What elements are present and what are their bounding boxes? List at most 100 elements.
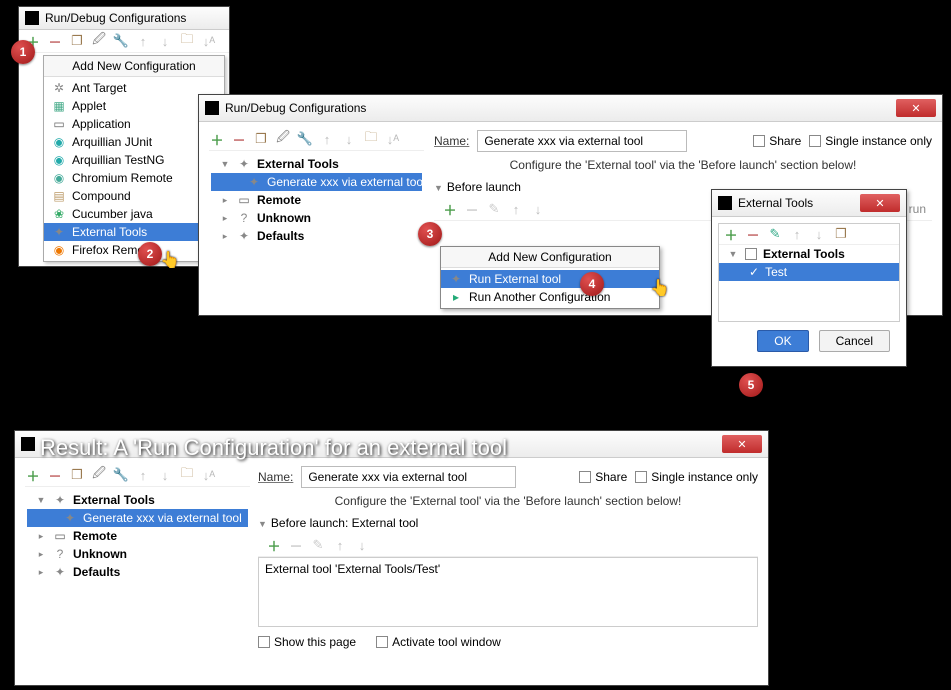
up-icon[interactable]: ↑	[135, 467, 151, 483]
copy-icon[interactable]: ❐	[69, 33, 85, 49]
single-instance-checkbox[interactable]: Single instance only	[809, 134, 932, 148]
bl-add-icon[interactable]: ＋	[442, 201, 458, 217]
ext-copy-icon[interactable]: ❐	[833, 226, 849, 242]
config-type-item[interactable]: ◉Firefox Remote	[44, 241, 224, 259]
ext-tree-root[interactable]: ▼ External Tools	[719, 245, 899, 263]
ext-add-icon[interactable]: ＋	[723, 226, 739, 242]
show-page-checkbox[interactable]: Show this page	[258, 635, 356, 649]
tree-item[interactable]: ▼✦External Tools	[27, 491, 248, 509]
intellij-icon	[718, 196, 732, 210]
cursor-icon: 👆	[650, 278, 670, 298]
close-button[interactable]	[722, 435, 762, 453]
type-label: Cucumber java	[72, 207, 153, 221]
tree-item[interactable]: ▼✦External Tools	[211, 155, 422, 173]
share-checkbox[interactable]: Share	[579, 470, 627, 484]
expand-icon[interactable]: ▼	[727, 249, 739, 259]
wrench-icon[interactable]: 🔧	[113, 467, 129, 483]
before-launch-section-result[interactable]: ▼Before launch: External tool	[258, 512, 758, 534]
close-button[interactable]	[860, 194, 900, 212]
ext-tree-child[interactable]: ✓ Test	[719, 263, 899, 281]
toggle-icon[interactable]: ▸	[35, 531, 47, 542]
configure-hint: Configure the 'External tool' via the 'B…	[434, 154, 932, 176]
config-type-item[interactable]: ▭Application	[44, 115, 224, 133]
up-icon[interactable]: ↑	[135, 33, 151, 49]
toggle-icon[interactable]: ▼	[35, 495, 47, 505]
tree-icon: ?	[237, 211, 251, 225]
wrench-icon[interactable]: 🔧	[297, 131, 313, 147]
before-launch-tasks[interactable]: External tool 'External Tools/Test'	[258, 557, 758, 627]
toggle-icon[interactable]: ▸	[219, 213, 231, 224]
down-icon[interactable]: ↓	[157, 33, 173, 49]
tree-item-child[interactable]: ✦Generate xxx via external tool	[27, 509, 248, 527]
add-icon[interactable]: ＋	[209, 131, 225, 147]
sort-icon[interactable]: ↓ᴬ	[201, 33, 217, 49]
name-input[interactable]	[477, 130, 687, 152]
copy-icon[interactable]: ❐	[253, 131, 269, 147]
close-button[interactable]	[896, 99, 936, 117]
folder-icon[interactable]: 🗀	[179, 467, 195, 483]
config-type-item[interactable]: ◉Arquillian JUnit	[44, 133, 224, 151]
tree-item[interactable]: ▸?Unknown	[27, 545, 248, 563]
tree-item[interactable]: ▸?Unknown	[211, 209, 422, 227]
toggle-icon[interactable]: ▸	[219, 195, 231, 206]
toggle-icon[interactable]: ▸	[35, 549, 47, 560]
save-icon[interactable]: 🖉	[91, 33, 107, 49]
copy-icon[interactable]: ❐	[69, 467, 85, 483]
ext-down-icon[interactable]: ↓	[811, 226, 827, 242]
config-type-item[interactable]: ✦External Tools	[44, 223, 224, 241]
bl-add-icon[interactable]: ＋	[266, 537, 282, 553]
tree-item[interactable]: ▸✦Defaults	[27, 563, 248, 581]
folder-icon[interactable]: 🗀	[179, 33, 195, 49]
up-icon[interactable]: ↑	[319, 131, 335, 147]
config-type-item[interactable]: ❀Cucumber java	[44, 205, 224, 223]
tree-icon: ?	[53, 547, 67, 561]
ext-remove-icon[interactable]: －	[745, 226, 761, 242]
type-label: Ant Target	[72, 81, 126, 95]
wrench-icon[interactable]: 🔧	[113, 33, 129, 49]
tree-label: Defaults	[257, 229, 304, 243]
tree-item[interactable]: ▸✦Defaults	[211, 227, 422, 245]
sort-icon[interactable]: ↓ᴬ	[385, 131, 401, 147]
add-icon[interactable]: ＋	[25, 467, 41, 483]
save-icon[interactable]: 🖉	[91, 467, 107, 483]
name-input-result[interactable]	[301, 466, 516, 488]
toggle-icon[interactable]: ▸	[219, 231, 231, 242]
ext-up-icon[interactable]: ↑	[789, 226, 805, 242]
config-type-item[interactable]: ◉Arquillian TestNG	[44, 151, 224, 169]
tree-icon: ✦	[53, 565, 67, 579]
intellij-icon	[21, 437, 35, 451]
type-icon: ◉	[52, 135, 66, 149]
tree-label: Remote	[73, 529, 117, 543]
ok-button[interactable]: OK	[757, 330, 808, 352]
remove-icon[interactable]: －	[47, 33, 63, 49]
single-instance-checkbox[interactable]: Single instance only	[635, 470, 758, 484]
type-icon: ▤	[52, 189, 66, 203]
save-icon[interactable]: 🖉	[275, 131, 291, 147]
toggle-icon[interactable]: ▼	[219, 159, 231, 169]
activate-checkbox[interactable]: Activate tool window	[376, 635, 501, 649]
tree-item-child[interactable]: ✦Generate xxx via external tool	[211, 173, 422, 191]
share-checkbox[interactable]: Share	[753, 134, 801, 148]
submenu-item[interactable]: ▸Run Another Configuration	[441, 288, 659, 306]
toggle-icon[interactable]: ▸	[35, 567, 47, 578]
submenu-item[interactable]: ✦Run External tool	[441, 270, 659, 288]
tree-item[interactable]: ▸▭Remote	[211, 191, 422, 209]
type-icon: ◉	[52, 153, 66, 167]
type-icon: ◉	[52, 171, 66, 185]
remove-icon[interactable]: －	[47, 467, 63, 483]
config-type-item[interactable]: ▤ Compound	[44, 187, 224, 205]
tree-item[interactable]: ▸▭Remote	[27, 527, 248, 545]
type-label: Compound	[72, 189, 131, 203]
type-label: Application	[72, 117, 131, 131]
config-type-item[interactable]: ✲Ant Target	[44, 79, 224, 97]
down-icon[interactable]: ↓	[341, 131, 357, 147]
remove-icon[interactable]: －	[231, 131, 247, 147]
sort-icon[interactable]: ↓ᴬ	[201, 467, 217, 483]
folder-icon[interactable]: 🗀	[363, 131, 379, 147]
down-icon[interactable]: ↓	[157, 467, 173, 483]
config-type-item[interactable]: ▦Applet	[44, 97, 224, 115]
cancel-button[interactable]: Cancel	[819, 330, 890, 352]
config-type-item[interactable]: ◉Chromium Remote	[44, 169, 224, 187]
task-entry[interactable]: External tool 'External Tools/Test'	[265, 562, 440, 576]
ext-edit-icon[interactable]: ✎	[767, 226, 783, 242]
